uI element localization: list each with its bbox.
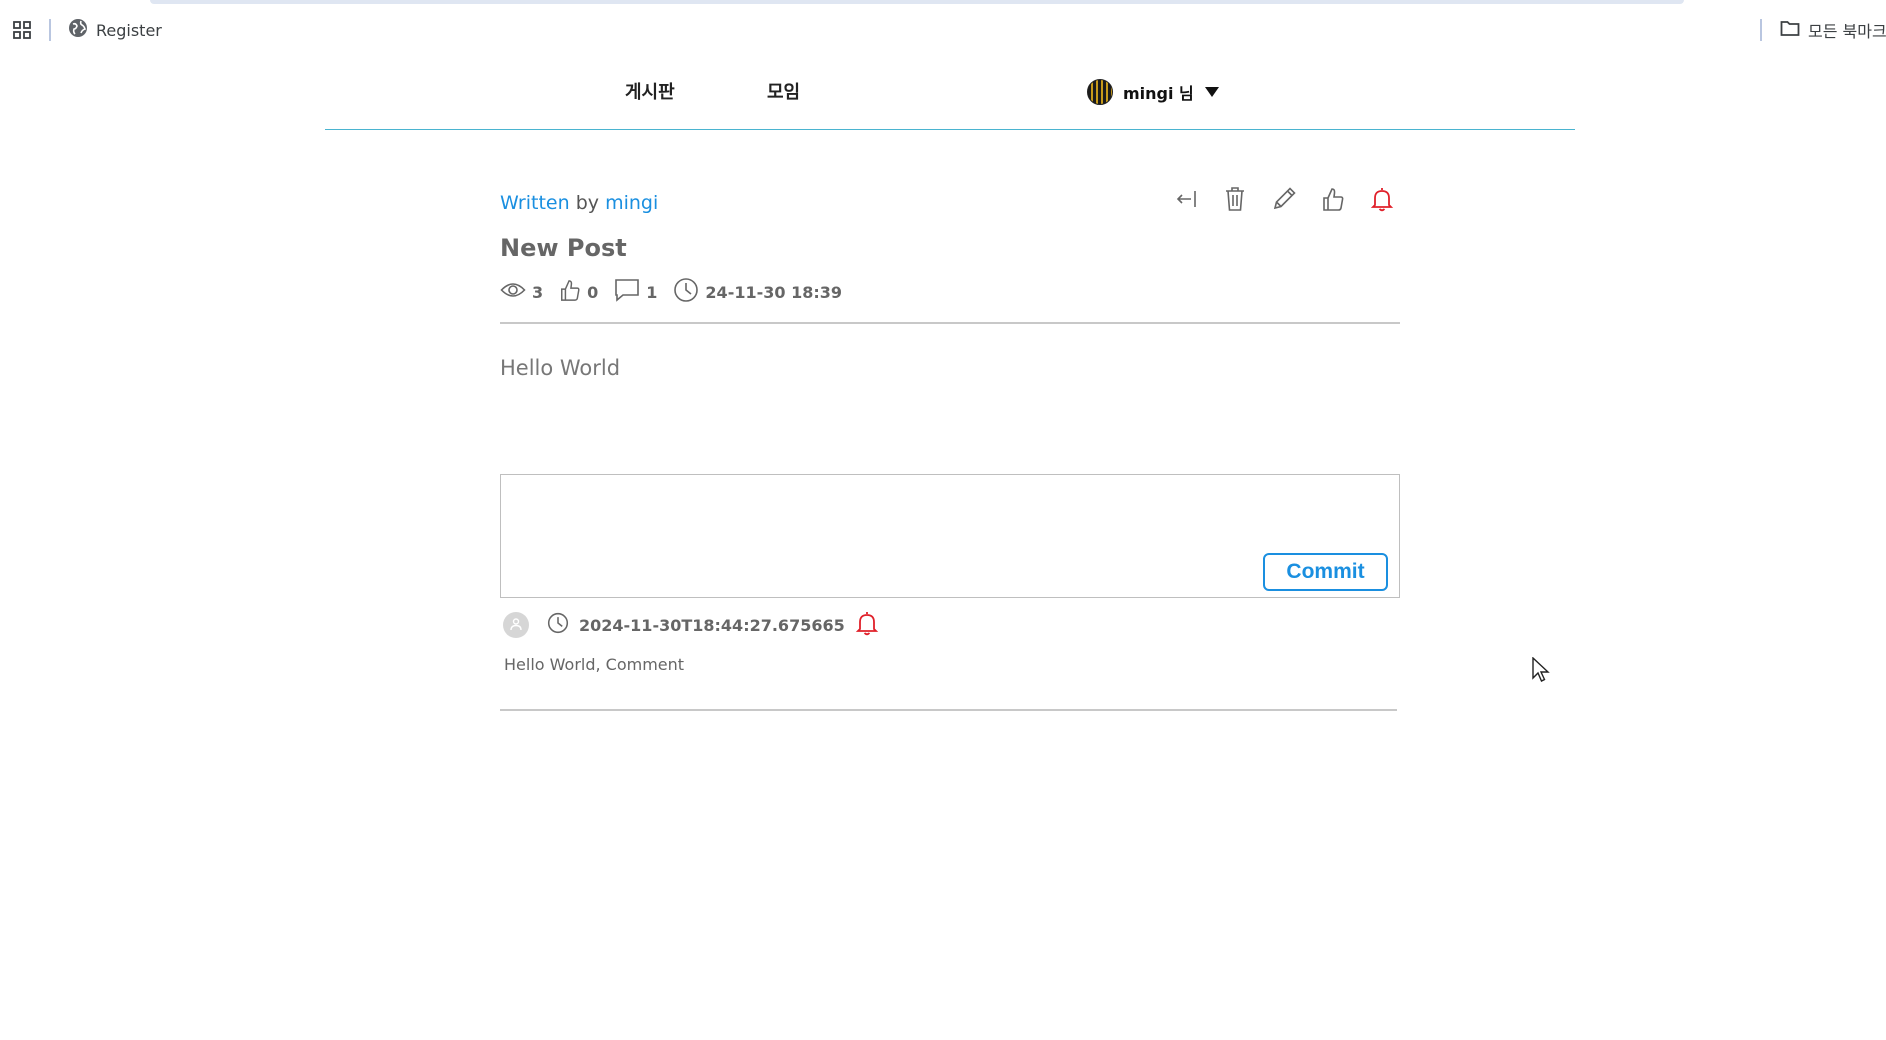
bookmark-register-label: Register <box>96 20 162 40</box>
likes-count: 0 <box>587 282 599 302</box>
post-body: Hello World <box>500 356 621 380</box>
commit-button[interactable]: Commit <box>1263 553 1388 591</box>
by-label: by <box>575 192 600 214</box>
like-button[interactable] <box>1315 183 1351 219</box>
likes-stat: 0 <box>559 278 598 306</box>
clock-icon <box>547 612 569 638</box>
post-date: 24-11-30 18:39 <box>705 282 842 302</box>
apps-grid-icon[interactable] <box>12 20 32 40</box>
bookmarks-separator-right <box>1760 19 1762 41</box>
edit-button[interactable] <box>1266 183 1302 219</box>
caret-down-icon <box>1204 83 1220 102</box>
back-button[interactable] <box>1168 183 1204 219</box>
comments-divider <box>500 709 1397 711</box>
all-bookmarks[interactable]: 모든 북마크 <box>1780 16 1886 44</box>
bell-icon <box>1370 186 1394 216</box>
post-byline: Written by mingi <box>500 192 658 214</box>
notify-button[interactable] <box>1364 183 1400 219</box>
comment-text: Hello World, Comment <box>504 655 685 674</box>
nav-meeting-link[interactable]: 모임 <box>767 78 800 104</box>
back-arrow-icon <box>1174 187 1198 215</box>
speech-bubble-icon <box>614 278 640 306</box>
user-name: mingi 님 <box>1123 84 1194 103</box>
thumbs-up-icon <box>1321 186 1345 216</box>
comments-count: 1 <box>646 282 658 302</box>
comment-bell-icon[interactable] <box>855 610 879 640</box>
bookmarks-bar: Register 모든 북마크 <box>0 0 1886 56</box>
comment-form: Commit <box>500 474 1400 598</box>
globe-icon <box>68 18 88 42</box>
trash-icon <box>1223 186 1247 216</box>
delete-button[interactable] <box>1217 183 1253 219</box>
avatar <box>1087 79 1113 105</box>
tab-strip-edge <box>150 0 1684 4</box>
written-label: Written <box>500 192 570 214</box>
thumbs-up-icon <box>559 278 581 306</box>
folder-icon <box>1780 19 1800 41</box>
bookmarks-separator <box>49 19 51 41</box>
views-count: 3 <box>532 282 544 302</box>
views-stat: 3 <box>500 281 543 303</box>
user-icon <box>509 616 523 635</box>
site-header: 게시판 모임 mingi 님 <box>325 58 1575 130</box>
bookmark-register[interactable]: Register <box>68 16 162 44</box>
post-actions <box>1168 180 1400 222</box>
date-stat: 24-11-30 18:39 <box>673 277 842 307</box>
post-header-divider <box>500 322 1400 324</box>
pencil-icon <box>1271 186 1297 216</box>
eye-icon <box>500 281 526 303</box>
comment-meta: 2024-11-30T18:44:27.675665 <box>503 610 879 640</box>
post-stats: 3 0 1 24-11-30 18:39 <box>500 277 842 307</box>
comment-timestamp: 2024-11-30T18:44:27.675665 <box>579 615 845 635</box>
post-title: New Post <box>500 234 627 262</box>
nav-board-link[interactable]: 게시판 <box>625 78 675 104</box>
page: Register 모든 북마크 게시판 모임 mingi 님 Written b <box>0 0 1886 1040</box>
comments-stat: 1 <box>614 278 657 306</box>
clock-icon <box>673 277 699 307</box>
all-bookmarks-label: 모든 북마크 <box>1808 22 1886 41</box>
comment-avatar <box>503 612 529 638</box>
mouse-cursor-icon <box>1532 656 1550 683</box>
post-author[interactable]: mingi <box>605 192 658 214</box>
user-menu[interactable]: mingi 님 <box>1087 78 1220 106</box>
